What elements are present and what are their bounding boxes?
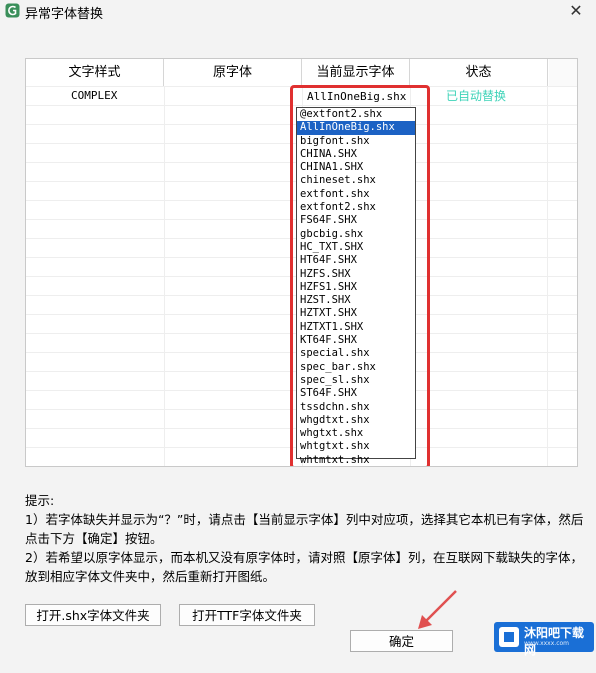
dropdown-option[interactable]: HZST.SHX — [297, 294, 415, 307]
dropdown-option[interactable]: CHINA1.SHX — [297, 161, 415, 174]
open-ttf-folder-button[interactable]: 打开TTF字体文件夹 — [179, 604, 315, 626]
dropdown-option[interactable]: special.shx — [297, 347, 415, 360]
current-font-combobox[interactable]: AllInOneBig.shx — [301, 88, 419, 105]
dropdown-option[interactable]: whgtxt.shx — [297, 427, 415, 440]
open-shx-folder-button[interactable]: 打开.shx字体文件夹 — [25, 604, 161, 626]
dropdown-option[interactable]: FS64F.SHX — [297, 214, 415, 227]
header-status: 状态 — [410, 59, 548, 86]
title-bar: 异常字体替换 ✕ — [0, 0, 596, 26]
font-table: 文字样式 原字体 当前显示字体 状态 COMPLEX 已自动替换 AllInOn… — [25, 58, 578, 467]
header-current-font: 当前显示字体 — [302, 59, 410, 86]
dropdown-option[interactable]: CHINA.SHX — [297, 148, 415, 161]
current-font-value: AllInOneBig.shx — [307, 90, 407, 103]
dropdown-option[interactable]: extfont.shx — [297, 188, 415, 201]
watermark-subtext: www.xxxx.com — [524, 640, 570, 647]
dropdown-option[interactable]: @extfont2.shx — [297, 108, 415, 121]
dropdown-option[interactable]: HZTXT1.SHX — [297, 321, 415, 334]
font-dropdown-list[interactable]: @extfont2.shx AllInOneBig.shx bigfont.sh… — [296, 107, 416, 466]
annotation-arrow-icon — [418, 590, 457, 629]
hints-section: 提示: 1）若字体缺失并显示为“？”时，请点击【当前显示字体】列中对应项，选择其… — [25, 491, 585, 586]
dropdown-option[interactable]: tssdchn.shx — [297, 401, 415, 414]
app-logo-icon — [5, 3, 20, 18]
row-line — [26, 105, 577, 106]
close-icon[interactable]: ✕ — [566, 0, 586, 22]
dropdown-option[interactable]: whgdtxt.shx — [297, 414, 415, 427]
dropdown-option[interactable]: ST64F.SHX — [297, 387, 415, 400]
dropdown-option[interactable]: HC_TXT.SHX — [297, 241, 415, 254]
dropdown-option[interactable]: whtmtxt.shx — [297, 454, 415, 466]
dropdown-option[interactable]: spec_bar.shx — [297, 361, 415, 374]
row-line — [26, 86, 577, 87]
dropdown-option[interactable]: HT64F.SHX — [297, 254, 415, 267]
ok-button[interactable]: 确定 — [350, 630, 453, 652]
dropdown-option[interactable]: HZFS1.SHX — [297, 281, 415, 294]
dropdown-option[interactable]: HZFS.SHX — [297, 268, 415, 281]
cell-text-style[interactable]: COMPLEX — [71, 88, 117, 104]
dropdown-option[interactable]: KT64F.SHX — [297, 334, 415, 347]
dropdown-option[interactable]: HZTXT.SHX — [297, 307, 415, 320]
cell-status: 已自动替换 — [446, 89, 507, 103]
dropdown-option[interactable]: chineset.shx — [297, 174, 415, 187]
dropdown-option[interactable]: spec_sl.shx — [297, 374, 415, 387]
dropdown-option[interactable]: bigfont.shx — [297, 135, 415, 148]
dropdown-option[interactable]: gbcbig.shx — [297, 228, 415, 241]
window-title: 异常字体替换 — [25, 7, 104, 22]
dropdown-option[interactable]: extfont2.shx — [297, 201, 415, 214]
watermark-logo-icon — [499, 627, 519, 647]
header-text-style: 文字样式 — [26, 59, 164, 86]
dropdown-option[interactable]: whtgtxt.shx — [297, 440, 415, 453]
header-original-font: 原字体 — [164, 59, 302, 86]
dropdown-option-selected[interactable]: AllInOneBig.shx — [297, 121, 415, 135]
header-filler — [549, 59, 577, 86]
hints-title: 提示: — [25, 493, 55, 508]
hint-line-1: 1）若字体缺失并显示为“？”时，请点击【当前显示字体】列中对应项，选择其它本机已… — [25, 512, 584, 546]
site-watermark: 沐阳吧下载网 www.xxxx.com — [494, 622, 594, 657]
hint-line-2: 2）若希望以原字体显示，而本机又没有原字体时，请对照【原字体】列，在互联网下载缺… — [25, 550, 583, 584]
